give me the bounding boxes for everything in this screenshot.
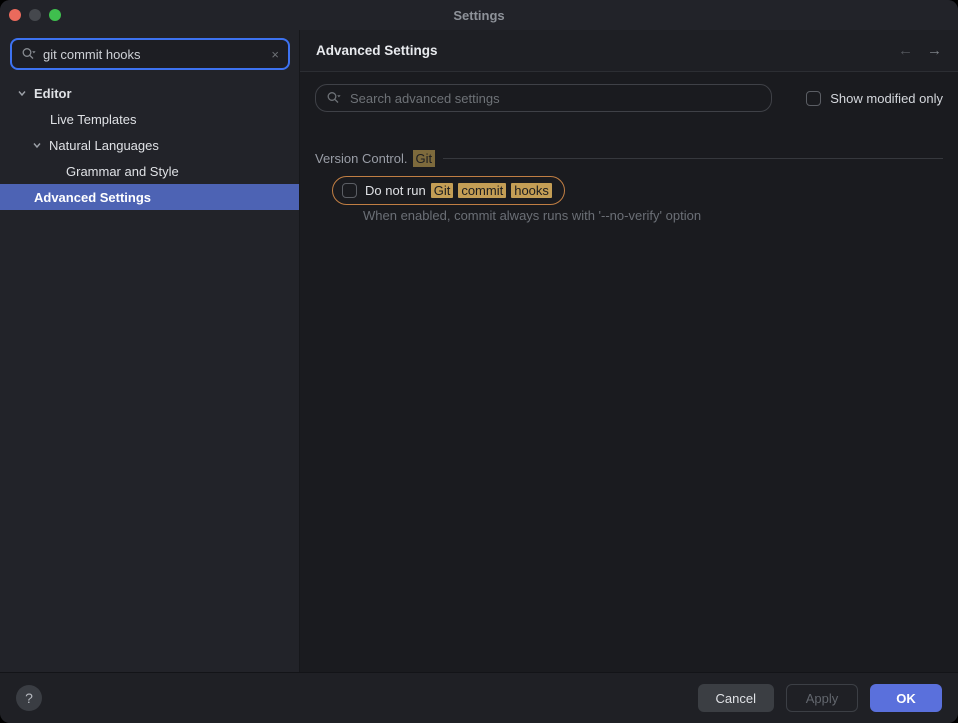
search-icon [21,46,37,62]
chevron-down-icon[interactable] [31,140,42,150]
chevron-down-icon[interactable] [16,88,27,98]
tree-item-label: Grammar and Style [66,164,179,179]
forward-arrow-icon[interactable]: → [927,42,942,59]
help-button[interactable]: ? [16,685,42,711]
titlebar: Settings [0,0,958,30]
tree-item-label: Live Templates [50,112,136,127]
sidebar-item-natural-languages[interactable]: Natural Languages [0,132,299,158]
tree-item-label: Editor [34,86,72,101]
main-panel: Advanced Settings ← → [300,30,958,672]
cancel-button[interactable]: Cancel [698,684,774,712]
show-modified-checkbox[interactable] [806,91,821,106]
setting-checkbox[interactable] [342,183,357,198]
sidebar-item-live-templates[interactable]: Live Templates [0,106,299,132]
footer: ? Cancel Apply OK [0,672,958,723]
page-title: Advanced Settings [316,43,438,58]
show-modified-only[interactable]: Show modified only [806,91,943,106]
section-label: Version Control. [315,151,408,166]
sidebar-item-advanced-settings[interactable]: Advanced Settings [0,184,299,210]
setting-label: Do not run Git commit hooks [365,183,552,198]
back-arrow-icon[interactable]: ← [898,42,913,59]
highlight-commit: commit [458,183,506,198]
search-icon [326,90,342,106]
setting-do-not-run-git-commit-hooks[interactable]: Do not run Git commit hooks [332,176,565,205]
ok-button[interactable]: OK [870,684,942,712]
apply-button[interactable]: Apply [786,684,858,712]
sidebar-item-editor[interactable]: Editor [0,80,299,106]
show-modified-label: Show modified only [830,91,943,106]
window-title: Settings [0,0,958,30]
setting-description: When enabled, commit always runs with '-… [363,208,943,223]
section-highlight: Git [413,150,436,167]
settings-tree: Editor Live Templates Natural Languages … [0,80,299,210]
advanced-search-input[interactable] [348,90,761,107]
main-content: Show modified only Version Control. Git … [300,72,958,672]
main-header: Advanced Settings ← → [300,30,958,72]
highlight-git: Git [431,183,454,198]
highlight-hooks: hooks [511,183,552,198]
settings-sidebar: × Editor Live Templates Natural Language [0,30,300,672]
clear-search-icon[interactable]: × [271,47,279,62]
section-divider [443,158,943,159]
tree-item-label: Natural Languages [49,138,159,153]
settings-window: Settings × [0,0,958,723]
tree-item-label: Advanced Settings [34,190,151,205]
advanced-search-field[interactable] [315,84,772,112]
sidebar-search-field[interactable]: × [10,38,290,70]
section-header-version-control-git: Version Control. Git [315,150,943,167]
sidebar-search-input[interactable] [43,47,265,62]
sidebar-item-grammar-and-style[interactable]: Grammar and Style [0,158,299,184]
